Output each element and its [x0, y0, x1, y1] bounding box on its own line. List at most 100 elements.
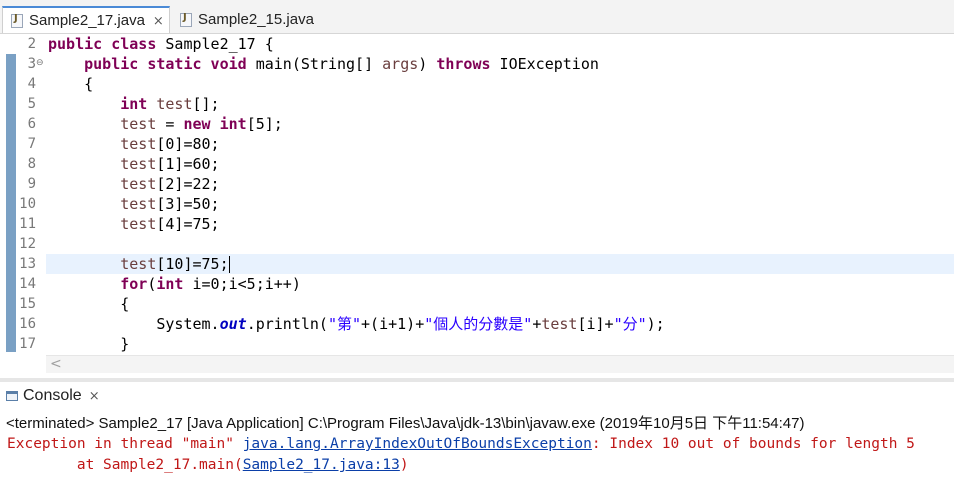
line-number: 12: [19, 236, 36, 252]
code-token: [2]=22;: [156, 175, 220, 193]
tab-label: Sample2_17.java: [29, 12, 145, 29]
line-number: 4: [27, 76, 36, 92]
code-line[interactable]: for(int i=0;i<5;i++): [48, 274, 301, 294]
code-token: {: [48, 295, 130, 313]
code-token: }: [48, 335, 130, 353]
code-line[interactable]: test[0]=80;: [48, 134, 220, 154]
code-line[interactable]: test[1]=60;: [48, 154, 220, 174]
line-number: 15: [19, 296, 36, 312]
line-number: 14: [19, 276, 36, 292]
change-marker-bar: [6, 54, 16, 352]
console-output-line: at Sample2_17.main(Sample2_17.java:13): [7, 455, 409, 476]
code-token: test: [120, 115, 157, 133]
code-token: ): [418, 55, 437, 73]
java-file-icon: [180, 12, 192, 27]
code-token: int: [156, 275, 184, 293]
code-token: args: [382, 55, 419, 73]
code-line[interactable]: test[10]=75;: [48, 254, 230, 274]
code-token: new int: [183, 115, 247, 133]
line-number: 7: [27, 136, 36, 152]
code-line[interactable]: test[2]=22;: [48, 174, 220, 194]
code-line[interactable]: System.out.println("第"+(i+1)+"個人的分數是"+te…: [48, 314, 665, 334]
code-token: test: [120, 135, 157, 153]
tab-sample2-15[interactable]: Sample2_15.java: [172, 6, 322, 33]
code-line[interactable]: }: [48, 334, 129, 354]
tab-console[interactable]: Console ⨯: [6, 387, 100, 405]
console-status-line: <terminated> Sample2_17 [Java Applicatio…: [6, 415, 805, 432]
code-token: test: [156, 95, 193, 113]
code-token: test: [120, 155, 157, 173]
code-token: +: [532, 315, 542, 333]
code-token: [1]=60;: [156, 155, 220, 173]
code-token: {: [48, 75, 94, 93]
line-number: 3: [27, 56, 36, 72]
code-token: throws: [436, 55, 491, 73]
code-editor[interactable]: 2 3 4 5 6 7 8 9 10 11 12 13 14 15 16 17 public class Sa…: [0, 34, 954, 356]
stack-trace-text: at Sample2_17.main(: [7, 457, 243, 473]
code-line[interactable]: test = new int[5];: [48, 114, 283, 134]
code-line[interactable]: test[3]=50;: [48, 194, 219, 214]
line-number: 13: [19, 256, 36, 272]
horizontal-scrollbar[interactable]: <: [46, 355, 954, 373]
code-line[interactable]: test[4]=75;: [48, 214, 220, 234]
code-token: i=0;i<5;i++): [183, 275, 301, 293]
tab-label: Sample2_15.java: [198, 11, 314, 28]
error-text: : Index 10 out of bounds for length 5: [591, 436, 915, 452]
console-icon: [6, 391, 18, 401]
code-token: "第": [327, 315, 362, 333]
code-token: IOException: [490, 55, 599, 73]
code-token: for: [120, 275, 148, 293]
code-line[interactable]: {: [48, 294, 129, 314]
close-icon[interactable]: ⨯: [153, 13, 164, 29]
code-token: main(String[]: [246, 55, 383, 73]
line-number: 5: [27, 96, 36, 112]
text-caret: [228, 256, 230, 273]
code-token: System.: [48, 315, 220, 333]
console-tab-bar: Console ⨯: [0, 382, 954, 410]
error-text: Exception in thread "main": [7, 436, 243, 452]
code-token: test: [120, 175, 157, 193]
source-location-link[interactable]: Sample2_17.java:13: [243, 457, 400, 473]
line-number: 17: [19, 336, 36, 352]
console-output-line: Exception in thread "main" java.lang.Arr…: [7, 434, 915, 455]
code-token: );: [646, 315, 665, 333]
line-number: 9: [27, 176, 36, 192]
editor-tab-bar: Sample2_17.java ⨯ Sample2_15.java: [0, 0, 954, 34]
line-number: 6: [27, 116, 36, 132]
code-token: public static void: [84, 55, 247, 73]
fold-toggle-icon[interactable]: ⊖: [36, 58, 44, 68]
code-line[interactable]: int test[];: [48, 94, 220, 114]
tab-sample2-17[interactable]: Sample2_17.java ⨯: [2, 6, 170, 33]
code-line[interactable]: public static void main(String[] args) t…: [48, 54, 599, 74]
code-token: test: [120, 255, 157, 273]
code-token: [0]=80;: [156, 135, 220, 153]
code-line[interactable]: {: [48, 74, 93, 94]
code-token: [4]=75;: [156, 215, 220, 233]
code-token: .println(: [246, 315, 328, 333]
java-file-icon: [11, 13, 23, 28]
code-token: int: [120, 95, 148, 113]
line-number: 8: [27, 156, 36, 172]
close-icon[interactable]: ⨯: [89, 388, 100, 404]
code-token: +(i+1)+: [361, 315, 425, 333]
console-tab-label: Console: [23, 387, 82, 404]
code-token: [];: [192, 95, 220, 113]
scroll-left-arrow-icon[interactable]: <: [50, 356, 62, 373]
code-token: test: [120, 195, 157, 213]
code-line[interactable]: public class Sample2_17 {: [48, 34, 274, 54]
exception-link[interactable]: java.lang.ArrayIndexOutOfBoundsException: [243, 436, 592, 452]
code-token: "分": [613, 315, 647, 333]
line-number: 2: [27, 36, 36, 52]
code-token: [10]=75;: [156, 255, 229, 273]
code-token: out: [219, 315, 247, 333]
code-token: [5];: [246, 115, 283, 133]
